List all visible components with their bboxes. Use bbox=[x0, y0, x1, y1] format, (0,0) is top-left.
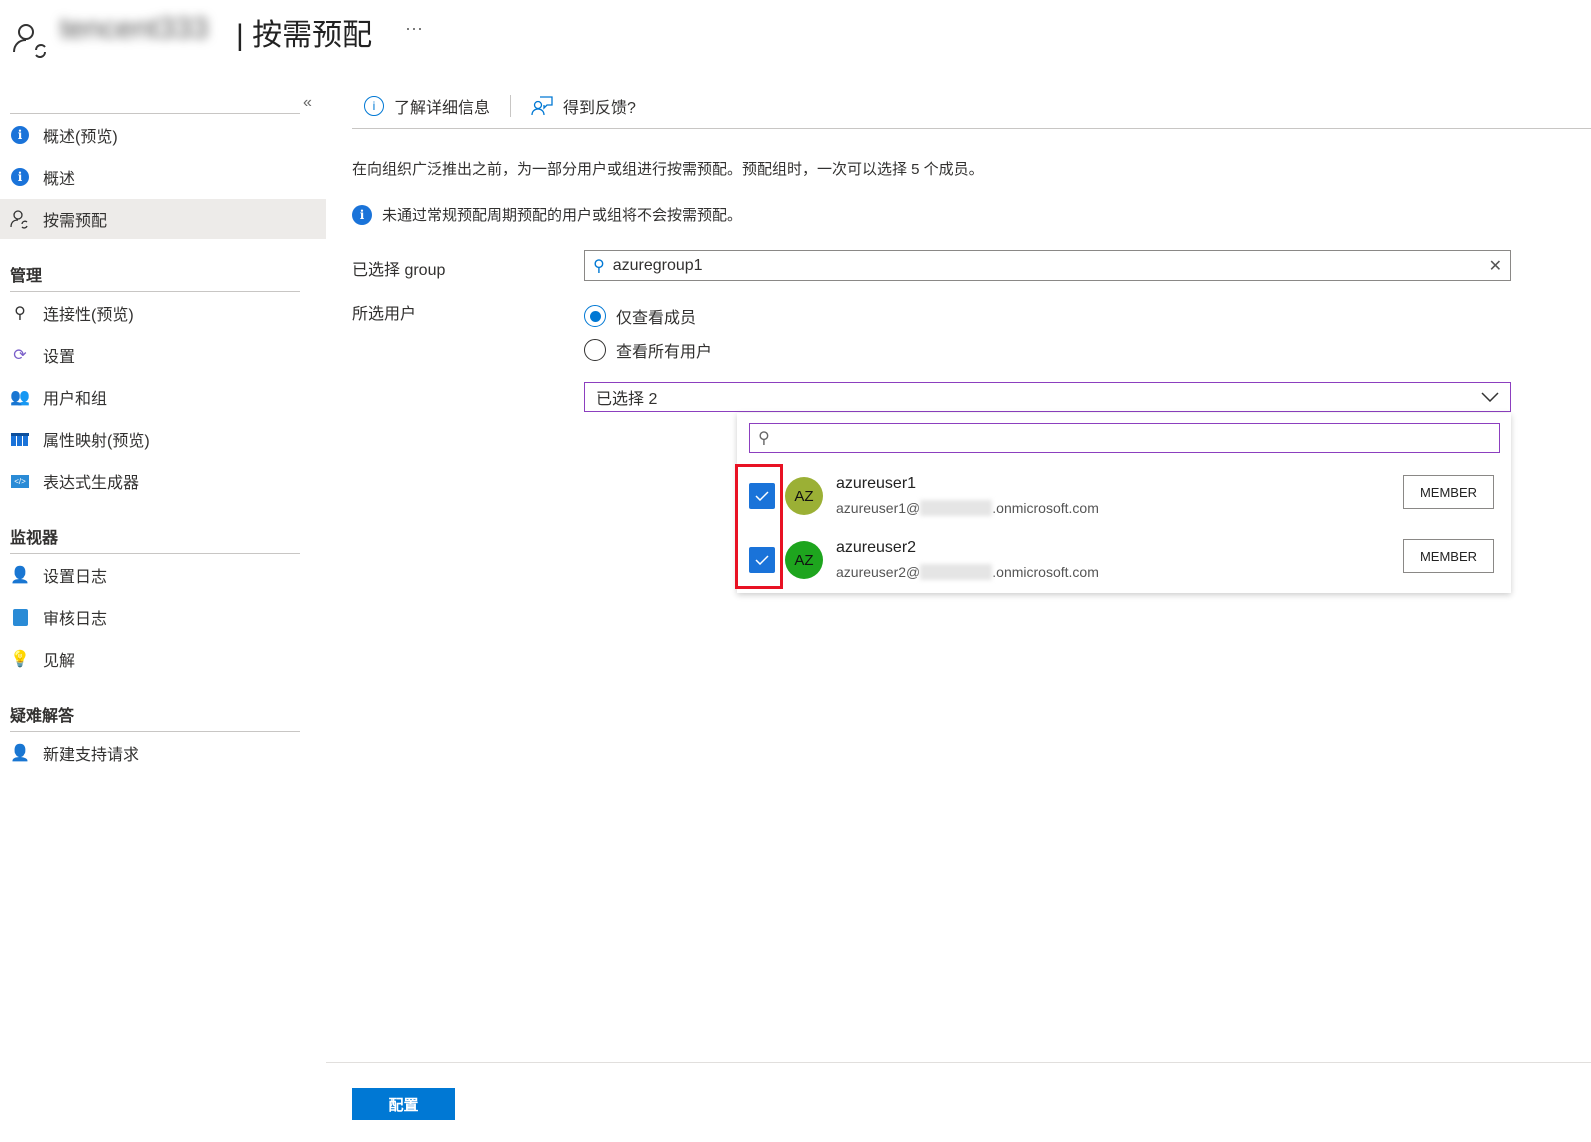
sidebar-item-label: 连接性(预览) bbox=[43, 307, 134, 324]
email-suffix: .onmicrosoft.com bbox=[992, 500, 1099, 516]
radio-label: 仅查看成员 bbox=[616, 310, 697, 327]
divider bbox=[326, 1062, 1591, 1063]
section-manage: 管理 bbox=[10, 268, 43, 285]
highlight-annotation bbox=[735, 464, 783, 589]
avatar: AZ bbox=[785, 541, 823, 579]
table-icon bbox=[10, 429, 30, 449]
divider bbox=[352, 128, 1591, 129]
command-bar: i 了解详细信息 得到反馈? bbox=[352, 88, 648, 124]
email-suffix: .onmicrosoft.com bbox=[992, 564, 1099, 580]
divider bbox=[10, 291, 300, 292]
radio-selected-icon bbox=[584, 305, 606, 327]
info-notice: i 未通过常规预配周期预配的用户或组将不会按需预配。 bbox=[352, 204, 742, 225]
sidebar-item-new-support-request[interactable]: 👤 新建支持请求 bbox=[0, 733, 326, 773]
learn-more-label: 了解详细信息 bbox=[394, 100, 491, 117]
lightbulb-icon: 💡 bbox=[10, 651, 30, 668]
users-dropdown-panel: ⚲ AZ azureuser1 azureuser1@ .onmicrosoft.… bbox=[737, 413, 1511, 593]
sidebar-item-provision-on-demand[interactable]: 按需预配 bbox=[0, 199, 326, 239]
group-value: azuregroup1 bbox=[612, 256, 703, 274]
info-icon: i bbox=[11, 168, 29, 186]
notice-text: 未通过常规预配周期预配的用户或组将不会按需预配。 bbox=[382, 207, 743, 224]
info-icon: i bbox=[11, 126, 29, 144]
more-options-button[interactable]: ··· bbox=[405, 18, 423, 39]
chevron-down-icon bbox=[1481, 392, 1499, 402]
feedback-label: 得到反馈? bbox=[563, 100, 636, 117]
divider bbox=[10, 731, 300, 732]
sidebar-item-label: 审核日志 bbox=[43, 611, 108, 628]
sidebar-item-overview[interactable]: i 概述 bbox=[0, 157, 326, 197]
section-monitor: 监视器 bbox=[10, 530, 59, 547]
code-icon: </> bbox=[10, 471, 30, 491]
sidebar-item-audit-logs[interactable]: 审核日志 bbox=[0, 597, 326, 637]
info-icon: i bbox=[364, 96, 384, 116]
tenant-name: tencent333 bbox=[60, 12, 209, 45]
sidebar-item-label: 按需预配 bbox=[43, 213, 108, 230]
sidebar-item-label: 概述 bbox=[43, 171, 76, 188]
sidebar-item-connectivity[interactable]: ⚲ 连接性(预览) bbox=[0, 293, 326, 333]
role-badge: MEMBER bbox=[1403, 475, 1494, 509]
sidebar-item-label: 属性映射(预览) bbox=[43, 433, 150, 450]
sidebar-item-label: 设置日志 bbox=[43, 569, 108, 586]
redacted-domain bbox=[920, 500, 993, 516]
sidebar-item-label: 新建支持请求 bbox=[43, 747, 140, 764]
plug-icon: ⚲ bbox=[14, 305, 26, 322]
radio-members-only[interactable]: 仅查看成员 bbox=[584, 304, 696, 328]
support-person-icon: 👤 bbox=[10, 745, 30, 762]
user-row[interactable]: AZ azureuser2 azureuser2@ .onmicrosoft.co… bbox=[737, 529, 1511, 589]
provision-user-icon bbox=[10, 209, 30, 229]
sidebar-item-label: 用户和组 bbox=[43, 391, 108, 408]
role-badge: MEMBER bbox=[1403, 539, 1494, 573]
collapse-sidebar-button[interactable]: « bbox=[303, 94, 312, 112]
user-email: azureuser1@ .onmicrosoft.com bbox=[836, 500, 1099, 516]
email-prefix: azureuser2@ bbox=[836, 564, 921, 580]
description: 在向组织广泛推出之前，为一部分用户或组进行按需预配。预配组时，一次可以选择 5 … bbox=[352, 161, 984, 178]
group-label: 已选择 group bbox=[352, 262, 446, 279]
user-search-input[interactable]: ⚲ bbox=[749, 423, 1500, 453]
search-icon: ⚲ bbox=[758, 430, 770, 447]
divider bbox=[10, 553, 300, 554]
sidebar-item-label: 设置 bbox=[43, 349, 76, 366]
sidebar-item-label: 表达式生成器 bbox=[43, 475, 140, 492]
sidebar-item-settings[interactable]: ⟳ 设置 bbox=[0, 335, 326, 375]
sidebar-item-label: 见解 bbox=[43, 653, 76, 670]
provision-button[interactable]: 配置 bbox=[352, 1088, 455, 1120]
clear-icon[interactable]: ✕ bbox=[1489, 256, 1502, 276]
sidebar-item-provisioning-logs[interactable]: 👤 设置日志 bbox=[0, 555, 326, 595]
toolbar-separator bbox=[510, 95, 512, 117]
page-title: | 按需预配 bbox=[236, 19, 373, 52]
sidebar-item-insights[interactable]: 💡 见解 bbox=[0, 639, 326, 679]
search-icon: ⚲ bbox=[593, 257, 605, 275]
settings-sync-icon: ⟳ bbox=[13, 347, 27, 364]
radio-all-users[interactable]: 查看所有用户 bbox=[584, 338, 712, 362]
email-prefix: azureuser1@ bbox=[836, 500, 921, 516]
divider bbox=[10, 113, 300, 114]
log-icon bbox=[10, 607, 30, 627]
feedback-button[interactable]: 得到反馈? bbox=[519, 94, 648, 118]
sidebar-item-overview-preview[interactable]: i 概述(预览) bbox=[0, 115, 326, 155]
sidebar-item-attribute-mapping[interactable]: 属性映射(预览) bbox=[0, 419, 326, 459]
radio-unselected-icon bbox=[584, 339, 606, 361]
provision-user-icon bbox=[13, 24, 46, 58]
users-dropdown[interactable]: 已选择 2 bbox=[584, 382, 1511, 412]
learn-more-button[interactable]: i 了解详细信息 bbox=[352, 94, 502, 118]
user-name: azureuser1 bbox=[836, 475, 917, 492]
user-log-icon: 👤 bbox=[10, 567, 30, 584]
redacted-domain bbox=[920, 564, 993, 580]
user-row[interactable]: AZ azureuser1 azureuser1@ .onmicrosoft.co… bbox=[737, 465, 1511, 525]
sidebar-item-expression-builder[interactable]: </> 表达式生成器 bbox=[0, 461, 326, 501]
user-email: azureuser2@ .onmicrosoft.com bbox=[836, 564, 1099, 580]
avatar: AZ bbox=[785, 477, 823, 515]
sidebar-item-users-groups[interactable]: 👥 用户和组 bbox=[0, 377, 326, 417]
user-name: azureuser2 bbox=[836, 539, 917, 556]
radio-label: 查看所有用户 bbox=[616, 344, 713, 361]
users-label: 所选用户 bbox=[352, 306, 417, 323]
dropdown-value: 已选择 2 bbox=[596, 391, 658, 408]
users-icon: 👥 bbox=[10, 389, 30, 406]
section-troubleshoot: 疑难解答 bbox=[10, 708, 75, 725]
info-icon: i bbox=[352, 204, 372, 225]
feedback-icon bbox=[531, 96, 553, 116]
sidebar-item-label: 概述(预览) bbox=[43, 129, 118, 146]
group-search-input[interactable]: ⚲ azuregroup1 ✕ bbox=[584, 250, 1511, 281]
